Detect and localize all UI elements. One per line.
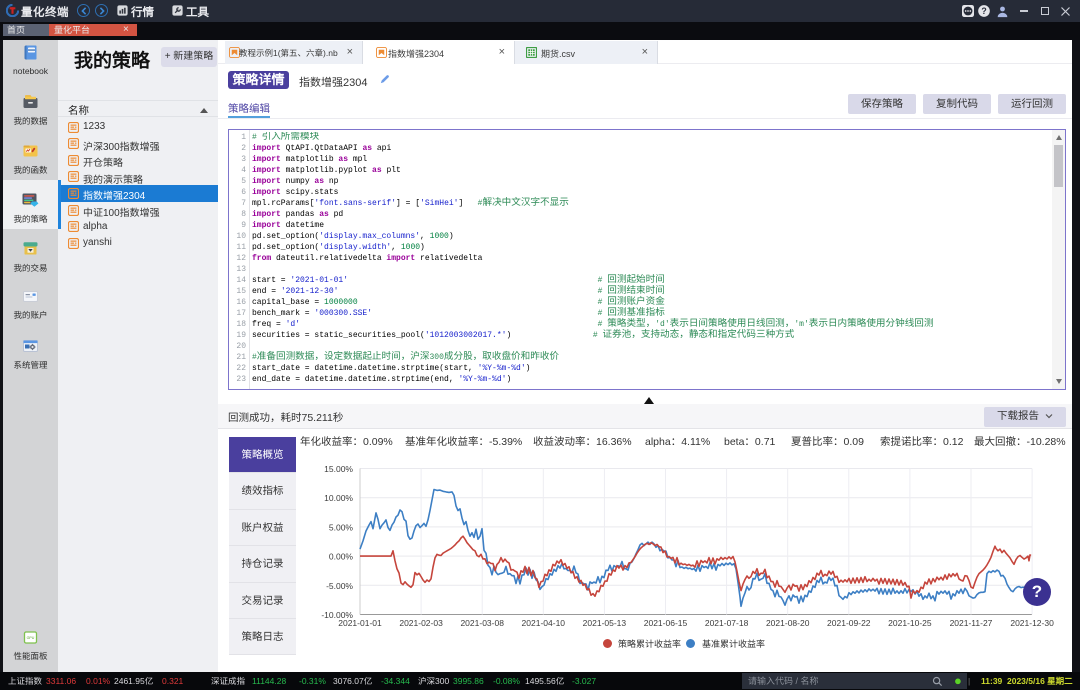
svg-text:2021-06-15: 2021-06-15 bbox=[644, 618, 688, 628]
svg-text:2021-10-25: 2021-10-25 bbox=[888, 618, 932, 628]
svg-text:2021-01-01: 2021-01-01 bbox=[338, 618, 382, 628]
svg-text:15.00%: 15.00% bbox=[324, 464, 353, 474]
svg-text:-5.00%: -5.00% bbox=[326, 581, 353, 591]
svg-text:2021-05-13: 2021-05-13 bbox=[583, 618, 627, 628]
svg-text:0.00%: 0.00% bbox=[329, 552, 354, 562]
svg-text:2021-07-18: 2021-07-18 bbox=[705, 618, 749, 628]
svg-text:2021-03-08: 2021-03-08 bbox=[460, 618, 504, 628]
svg-text:2021-08-20: 2021-08-20 bbox=[766, 618, 810, 628]
svg-text:?: ? bbox=[981, 6, 986, 16]
svg-text:GPU: GPU bbox=[27, 636, 35, 640]
svg-text:2021-11-27: 2021-11-27 bbox=[950, 618, 993, 628]
svg-text:5.00%: 5.00% bbox=[329, 522, 354, 532]
svg-text:2021-02-03: 2021-02-03 bbox=[399, 618, 443, 628]
svg-text:2021-12-30: 2021-12-30 bbox=[1010, 618, 1054, 628]
svg-text:策略累计收益率: 策略累计收益率 bbox=[618, 639, 681, 649]
svg-text:10.00%: 10.00% bbox=[324, 493, 353, 503]
svg-text:2021-09-22: 2021-09-22 bbox=[827, 618, 871, 628]
svg-text:2021-04-10: 2021-04-10 bbox=[522, 618, 566, 628]
svg-text:基准累计收益率: 基准累计收益率 bbox=[702, 639, 765, 649]
